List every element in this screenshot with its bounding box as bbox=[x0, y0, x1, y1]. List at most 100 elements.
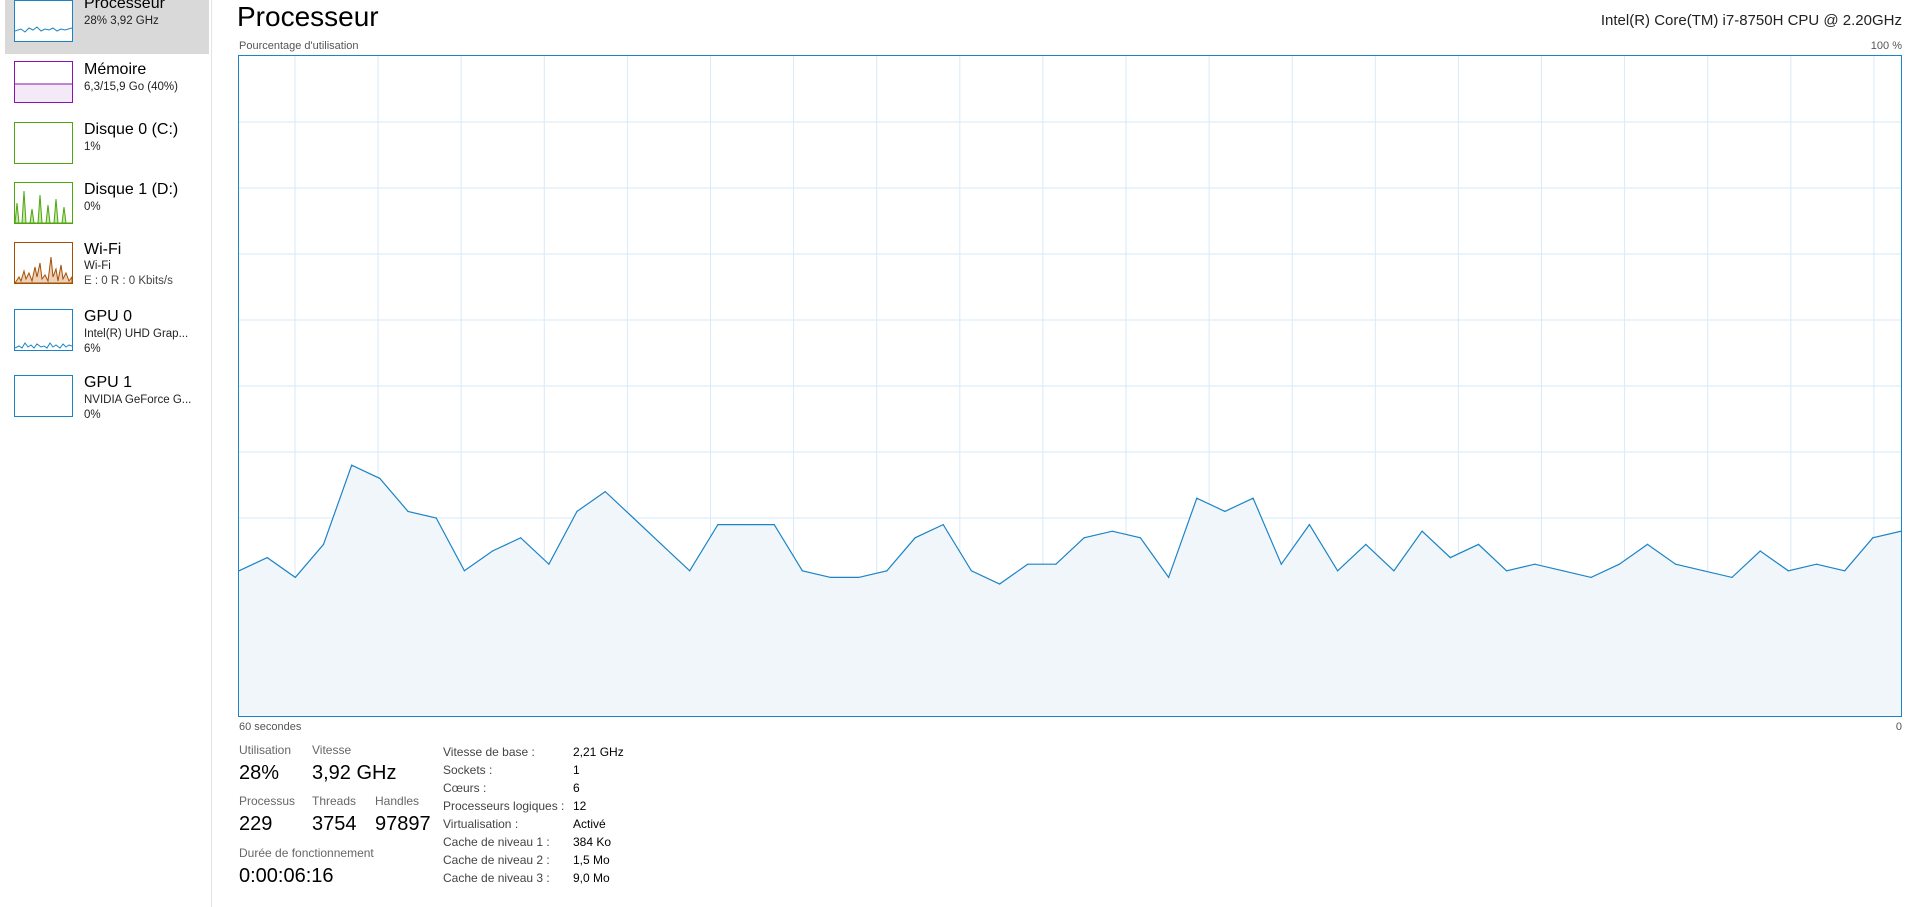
sidebar-item-sub: NVIDIA GeForce G... bbox=[84, 394, 192, 406]
cpu-usage-point bbox=[999, 583, 1001, 585]
sidebar-item-sub: 6,3/15,9 Go (40%) bbox=[84, 81, 178, 93]
cpu-graph-icon bbox=[14, 0, 73, 42]
cpu-usage-point bbox=[294, 576, 296, 579]
sidebar-item-label: Disque 0 (C:) bbox=[84, 121, 179, 138]
sidebar-item-label: Processeur bbox=[84, 0, 165, 12]
spec-label: Sockets : bbox=[443, 763, 493, 777]
cpu-usage-point bbox=[745, 524, 747, 526]
cpu-usage-point bbox=[1646, 543, 1649, 545]
processus-label: Processus bbox=[239, 794, 296, 808]
cpu-usage-point bbox=[632, 517, 634, 519]
cpu-usage-point bbox=[576, 510, 578, 512]
cpu-usage-point bbox=[1562, 570, 1564, 572]
cpu-usage-point bbox=[548, 563, 550, 565]
sidebar-item-label: GPU 0 bbox=[84, 308, 133, 325]
sidebar-item-sub: 1% bbox=[84, 141, 101, 153]
cpu-usage-point bbox=[1393, 570, 1395, 572]
spec-value: 1,5 Mo bbox=[573, 853, 610, 867]
cpu-usage-point bbox=[266, 557, 268, 559]
sidebar-item-disque-1[interactable]: Disque 1 (D:) 0% bbox=[5, 174, 209, 234]
cpu-usage-point bbox=[435, 517, 437, 519]
cpu-usage-point bbox=[604, 491, 606, 493]
cpu-usage-point bbox=[1365, 543, 1367, 545]
handles-value: 97897 bbox=[375, 813, 431, 835]
cpu-usage-point bbox=[379, 477, 381, 479]
cpu-usage-point bbox=[1168, 576, 1170, 579]
gpu-graph-icon bbox=[14, 309, 73, 351]
cpu-usage-point bbox=[717, 524, 719, 526]
cpu-usage-point bbox=[914, 537, 916, 539]
sidebar-item-label: Mémoire bbox=[84, 61, 147, 78]
spec-label: Cœurs : bbox=[443, 781, 487, 795]
uptime-label: Durée de fonctionnement bbox=[239, 846, 374, 860]
processus-value: 229 bbox=[239, 813, 273, 835]
sidebar-item-label: GPU 1 bbox=[84, 374, 133, 391]
cpu-usage-point bbox=[1703, 570, 1705, 572]
uptime-value: 0:00:06:16 bbox=[239, 865, 334, 887]
x-axis-label-left: 60 secondes bbox=[239, 721, 302, 733]
spec-value: 384 Ko bbox=[573, 835, 612, 849]
vitesse-value: 3,92 GHz bbox=[312, 762, 397, 784]
cpu-usage-area bbox=[239, 465, 1901, 716]
cpu-usage-point bbox=[520, 537, 522, 539]
spec-value: 2,21 GHz bbox=[573, 745, 624, 759]
spec-label: Cache de niveau 3 : bbox=[443, 871, 550, 885]
cpu-usage-point bbox=[1308, 524, 1310, 526]
sidebar-item-sub: 0% bbox=[84, 201, 101, 213]
cpu-usage-point bbox=[1618, 563, 1620, 565]
cpu-usage-point bbox=[1844, 570, 1846, 572]
cpu-usage-point bbox=[1534, 563, 1536, 565]
memory-graph-icon bbox=[14, 61, 73, 103]
spec-value: 12 bbox=[573, 799, 587, 813]
cpu-usage-chart-svg bbox=[239, 56, 1901, 716]
task-manager-performance: Processeur 28% 3,92 GHz Mémoire 6,3/15,9… bbox=[0, 0, 1915, 907]
cpu-usage-point bbox=[942, 524, 944, 526]
sidebar-item-label: Wi-Fi bbox=[84, 241, 122, 258]
cpu-usage-point bbox=[351, 464, 353, 466]
sidebar-item-gpu-1[interactable]: GPU 1 NVIDIA GeForce G... 0% bbox=[5, 366, 209, 426]
spec-value: 1 bbox=[573, 763, 580, 777]
cpu-usage-point bbox=[1280, 563, 1282, 565]
cpu-usage-point bbox=[1787, 570, 1789, 572]
sidebar-item-sub2: 6% bbox=[84, 343, 101, 355]
spec-value: Activé bbox=[573, 817, 606, 831]
sidebar-item-gpu-0[interactable]: GPU 0 Intel(R) UHD Grap... 6% bbox=[5, 300, 209, 360]
spec-label: Cache de niveau 1 : bbox=[443, 835, 550, 849]
disk-graph-icon bbox=[14, 182, 73, 224]
cpu-usage-point bbox=[660, 543, 663, 545]
performance-sidebar: Processeur 28% 3,92 GHz Mémoire 6,3/15,9… bbox=[0, 0, 212, 907]
cpu-usage-point bbox=[1139, 537, 1141, 539]
cpu-usage-point bbox=[463, 570, 465, 572]
sidebar-item-wifi[interactable]: Wi-Fi Wi-Fi E : 0 R : 0 Kbits/s bbox=[5, 234, 209, 294]
network-graph-icon bbox=[14, 242, 73, 284]
spec-value: 9,0 Mo bbox=[573, 871, 610, 885]
sidebar-item-sub: 28% 3,92 GHz bbox=[84, 15, 159, 27]
chart-label: Pourcentage d'utilisation bbox=[239, 40, 359, 52]
sidebar-item-sub2: E : 0 R : 0 Kbits/s bbox=[84, 275, 173, 287]
cpu-usage-point bbox=[322, 543, 325, 545]
cpu-usage-point bbox=[689, 570, 691, 572]
spec-label: Vitesse de base : bbox=[443, 745, 535, 759]
sidebar-item-disque-0[interactable]: Disque 0 (C:) 1% bbox=[5, 114, 209, 174]
spec-label: Cache de niveau 2 : bbox=[443, 853, 550, 867]
cpu-usage-point bbox=[1111, 530, 1113, 532]
cpu-usage-point bbox=[1252, 497, 1254, 499]
chart-max-label: 100 % bbox=[1870, 40, 1902, 52]
x-axis-label-right: 0 bbox=[1895, 721, 1902, 733]
cpu-usage-point bbox=[858, 576, 860, 579]
threads-label: Threads bbox=[312, 794, 357, 808]
spec-value: 6 bbox=[573, 781, 580, 795]
cpu-model-name: Intel(R) Core(TM) i7-8750H CPU @ 2.20GHz bbox=[1600, 12, 1902, 29]
cpu-usage-point bbox=[773, 524, 775, 526]
cpu-usage-point bbox=[1872, 537, 1874, 539]
spec-label: Processeurs logiques : bbox=[443, 799, 565, 813]
sidebar-item-memoire[interactable]: Mémoire 6,3/15,9 Go (40%) bbox=[5, 54, 209, 114]
cpu-usage-point bbox=[1337, 570, 1339, 572]
sidebar-item-sub: Intel(R) UHD Grap... bbox=[84, 328, 189, 340]
cpu-usage-point bbox=[1449, 557, 1451, 559]
cpu-usage-point bbox=[1196, 497, 1198, 499]
cpu-usage-point bbox=[1675, 563, 1677, 565]
utilisation-value: 28% bbox=[239, 762, 280, 784]
cpu-usage-point bbox=[1590, 576, 1592, 579]
sidebar-item-processeur[interactable]: Processeur 28% 3,92 GHz bbox=[5, 0, 209, 54]
